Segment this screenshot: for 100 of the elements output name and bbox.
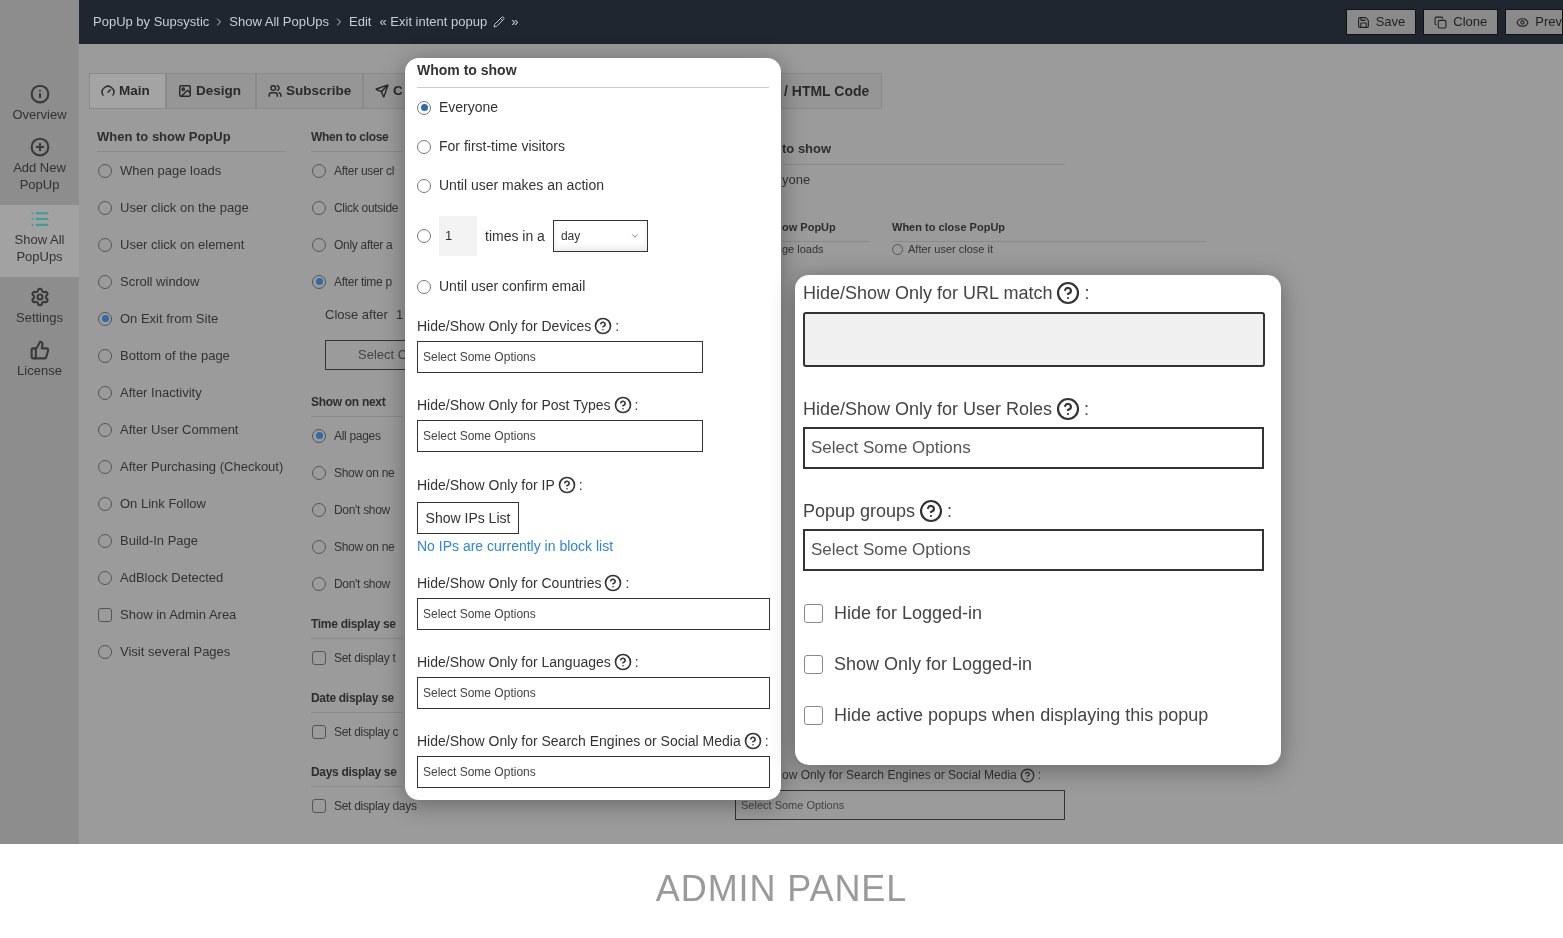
option-label: All pages (334, 427, 381, 445)
eye-icon (1516, 15, 1530, 29)
breadcrumb-end: » (511, 13, 519, 32)
close-after-value: 1 (395, 306, 404, 325)
tab[interactable]: C (363, 73, 405, 109)
caption: ADMIN PANEL (655, 867, 908, 911)
card-title: Whom to show (417, 61, 517, 80)
section-heading: Days display se (311, 764, 397, 781)
select-field[interactable]: Select Some Options (417, 677, 770, 709)
help-icon[interactable] (594, 317, 613, 335)
copy-icon (1434, 15, 1448, 29)
option-label: On Link Follow (120, 494, 206, 513)
select-field[interactable]: Select Some Options (803, 427, 1264, 469)
tab[interactable]: / HTML Code (781, 73, 883, 109)
checkbox[interactable] (804, 654, 823, 674)
option-label: Set display t (334, 649, 396, 667)
help-icon[interactable] (613, 653, 632, 671)
option-label: AdBlock Detected (120, 568, 224, 587)
section-heading: Date display se (311, 690, 394, 707)
option-label: Show in Admin Area (120, 605, 237, 624)
section-heading: Show on next (311, 394, 386, 411)
sidebar-item[interactable]: Settings (0, 283, 79, 330)
show-ips-button[interactable]: Show IPs List (417, 502, 519, 534)
section-heading: When to close PopUp (892, 221, 1006, 233)
ip-status-link[interactable]: No IPs are currently in block list (417, 537, 769, 555)
select-field[interactable]: Select Some Options (803, 529, 1264, 571)
field-label: Hide/Show Only for URL match (803, 281, 1053, 305)
select-field[interactable]: Select Some Options (735, 790, 1065, 820)
option-label: Until user confirm email (439, 277, 586, 296)
users-icon (268, 84, 282, 98)
toolbar-button[interactable]: Save (1345, 9, 1417, 35)
field-label: Hide/Show Only for Post Types (417, 395, 611, 415)
option-label: On Exit from Site (120, 309, 219, 328)
help-icon[interactable] (1056, 397, 1081, 421)
field-label: Hide/Show Only for IP (417, 475, 555, 495)
select-field[interactable]: Select Some Options (417, 756, 770, 788)
sidebar-item[interactable]: License (0, 336, 79, 383)
breadcrumb-link[interactable]: PopUp by Supsystic (93, 12, 210, 32)
option-label: After user cl (334, 162, 395, 180)
option-label: Everyone (439, 98, 499, 117)
checkbox[interactable] (98, 607, 112, 622)
section-heading: When to close (311, 129, 389, 146)
tab[interactable]: Design (166, 73, 256, 109)
plus-icon (29, 137, 50, 157)
list-icon (29, 209, 50, 229)
checkbox[interactable] (312, 724, 326, 739)
checkbox[interactable] (312, 798, 326, 813)
tab[interactable]: Main (89, 73, 166, 109)
option-label: yone (782, 171, 811, 189)
label-colon: : (578, 475, 583, 495)
help-icon[interactable] (613, 396, 632, 414)
option-label: Don't show (334, 501, 390, 519)
period-select[interactable]: day (552, 220, 648, 252)
breadcrumb-link[interactable]: Edit (349, 12, 372, 32)
help-icon[interactable] (743, 732, 762, 750)
option-label: Only after a (334, 236, 393, 254)
label-colon: : (625, 573, 630, 593)
section-heading: ow PopUp (782, 221, 836, 233)
count-field[interactable]: 1 (439, 216, 477, 256)
option-label: Build-In Page (120, 531, 199, 550)
sidebar-item[interactable]: Overview (0, 80, 79, 127)
thumbs-up-icon (29, 340, 50, 360)
field-label: Popup groups (803, 499, 916, 523)
tab[interactable]: Subscribe (256, 73, 363, 109)
select-field[interactable]: Select Some Options (417, 341, 703, 373)
help-icon[interactable] (919, 499, 944, 523)
help-icon[interactable] (604, 574, 623, 592)
gauge-icon (101, 84, 115, 98)
option-label: Click outside (334, 199, 399, 217)
label-colon: : (764, 731, 769, 751)
option-label: ge loads (782, 242, 824, 257)
image-icon (178, 84, 192, 98)
field-label: Hide/Show Only for Countries (417, 573, 602, 593)
label-colon: : (947, 499, 953, 523)
select-field[interactable]: Select Some Options (417, 420, 703, 452)
toolbar-button[interactable]: Prev (1505, 9, 1563, 35)
url-field[interactable] (803, 312, 1265, 367)
paper-plane-icon (375, 84, 389, 98)
label-colon: : (1084, 281, 1090, 305)
option-label: Set display c (334, 723, 399, 741)
option-label: Scroll window (120, 272, 200, 291)
option-label: For first-time visitors (439, 137, 565, 156)
info-icon (29, 84, 50, 104)
help-icon[interactable] (557, 476, 576, 494)
checkbox[interactable] (804, 603, 823, 623)
checkbox[interactable] (312, 650, 326, 665)
section-heading: Time display se (311, 616, 396, 633)
help-icon[interactable] (1056, 281, 1081, 305)
select-field[interactable]: Select Some Options (417, 598, 770, 630)
checkbox[interactable] (804, 705, 823, 725)
sidebar-item[interactable]: Show All PopUps (0, 205, 79, 277)
option-label: After Inactivity (120, 383, 202, 402)
option-label: After Purchasing (Checkout) (120, 457, 284, 476)
option-label: Show on ne (334, 464, 395, 482)
breadcrumb-link[interactable]: Show All PopUps (229, 12, 330, 32)
toolbar-button[interactable]: Clone (1423, 9, 1499, 35)
pencil-icon[interactable] (493, 16, 506, 28)
option-label: Show on ne (334, 538, 395, 556)
sidebar-item[interactable]: Add New PopUp (0, 133, 79, 197)
option-label: Visit several Pages (120, 642, 231, 661)
